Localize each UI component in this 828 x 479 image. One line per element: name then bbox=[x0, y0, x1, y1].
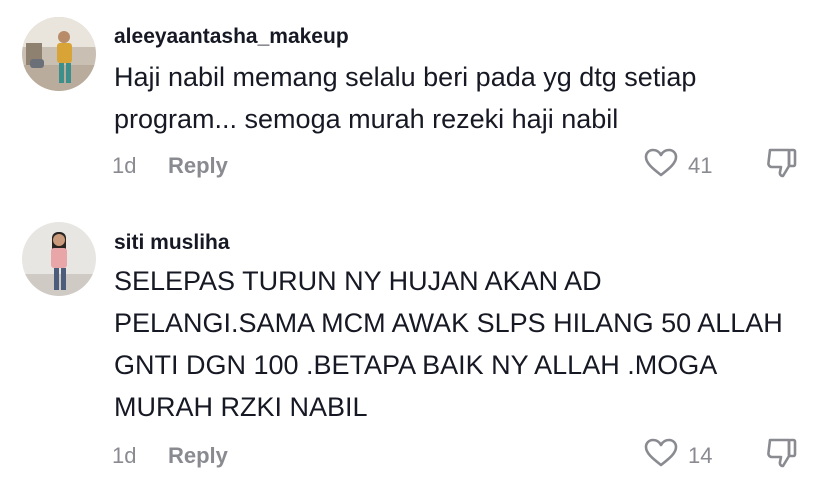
reply-button[interactable]: Reply bbox=[168, 153, 228, 179]
comment-item: aleeyaantasha_makeup Haji nabil memang s… bbox=[0, 0, 828, 200]
comment-text: Haji nabil memang selalu beri pada yg dt… bbox=[114, 62, 697, 134]
thumbs-down-icon[interactable] bbox=[764, 437, 798, 469]
comment-username[interactable]: siti musliha bbox=[114, 231, 230, 255]
comment-timestamp: 1d bbox=[112, 153, 137, 178]
avatar[interactable] bbox=[22, 17, 96, 91]
comment-item: siti musliha SELEPAS TURUN NY HUJAN AKAN… bbox=[0, 200, 828, 479]
like-count: 41 bbox=[688, 153, 713, 178]
comment-timestamp: 1d bbox=[112, 443, 137, 468]
thumbs-down-icon[interactable] bbox=[764, 147, 798, 179]
comment-username[interactable]: aleeyaantasha_makeup bbox=[114, 25, 349, 49]
avatar[interactable] bbox=[22, 222, 96, 296]
reply-button[interactable]: Reply bbox=[168, 443, 228, 469]
heart-outline-icon[interactable] bbox=[644, 148, 678, 178]
comment-text: SELEPAS TURUN NY HUJAN AKAN AD PELANGI.S… bbox=[114, 266, 783, 422]
heart-outline-icon[interactable] bbox=[644, 438, 678, 468]
like-count: 14 bbox=[688, 443, 713, 468]
